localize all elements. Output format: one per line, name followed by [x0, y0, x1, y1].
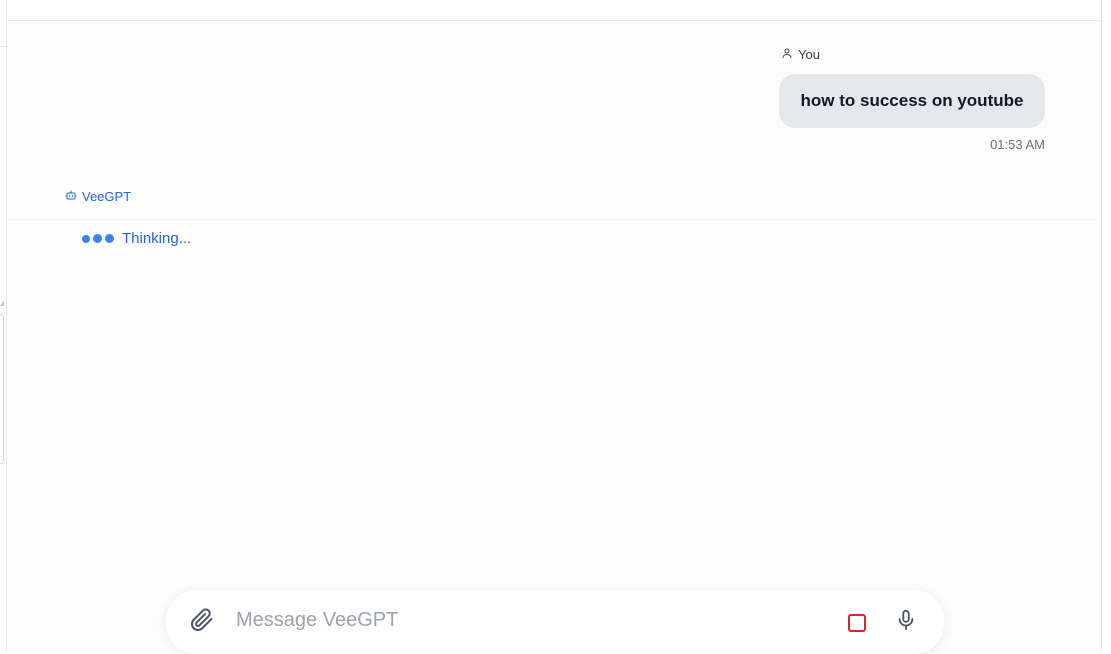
typing-dot: [93, 234, 102, 243]
microphone-button[interactable]: [894, 609, 918, 635]
right-panel-edge: [1101, 0, 1102, 652]
user-message-text: how to success on youtube: [800, 91, 1024, 110]
left-scrollbar[interactable]: [0, 314, 4, 464]
message-input[interactable]: [236, 604, 836, 636]
assistant-header: VeeGPT: [65, 189, 131, 204]
message-composer: [166, 590, 944, 654]
thinking-indicator: Thinking...: [82, 230, 191, 247]
scroll-arrow-icon[interactable]: [0, 300, 4, 306]
message-divider: [8, 219, 1101, 220]
left-panel-edge: [0, 0, 7, 652]
user-message-timestamp: 01:53 AM: [990, 137, 1045, 152]
bot-icon: [65, 189, 77, 204]
user-message-header: You: [781, 47, 820, 62]
microphone-icon: [895, 608, 917, 637]
stop-square-icon: [848, 614, 866, 632]
assistant-name: VeeGPT: [82, 189, 132, 204]
user-author-label: You: [798, 47, 820, 62]
typing-dot: [82, 234, 90, 243]
typing-dots-icon: [82, 234, 114, 243]
user-message-bubble: how to success on youtube: [779, 74, 1045, 128]
thinking-text: Thinking...: [122, 230, 192, 247]
left-panel-divider: [0, 46, 7, 47]
paperclip-icon: [190, 607, 214, 637]
typing-dot: [105, 234, 114, 243]
stop-generation-button[interactable]: [846, 612, 868, 634]
top-bar: [8, 0, 1101, 21]
attach-button[interactable]: [188, 607, 216, 637]
user-icon: [781, 47, 793, 62]
